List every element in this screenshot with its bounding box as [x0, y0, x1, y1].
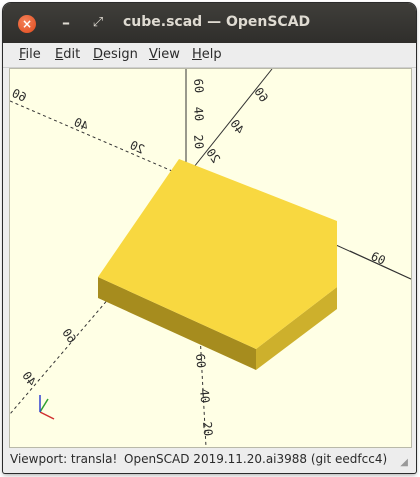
axis-gizmo	[39, 395, 55, 420]
menu-edit[interactable]: Edit	[55, 47, 80, 62]
minimize-button[interactable]: –	[57, 14, 75, 32]
tick-label-posz-40: 40	[191, 106, 206, 122]
gizmo-y-axis	[39, 398, 49, 413]
tick-label-posz-60: 60	[191, 78, 206, 94]
viewport-status: Viewport: transla!	[10, 452, 118, 466]
tick-label-negy-40: 40	[19, 369, 39, 389]
tick-label-posz-20: 20	[191, 134, 206, 150]
title-bar[interactable]: × – ⤢ cube.scad — OpenSCAD	[3, 3, 416, 43]
neg-y-axis	[10, 296, 111, 415]
neg-x-axis	[10, 100, 187, 178]
3d-viewport[interactable]: 60 40 20 60 60 40 20 20 40 60 60 40 60 4…	[9, 68, 412, 448]
menu-view[interactable]: View	[149, 47, 180, 62]
tick-label-negy-60: 60	[59, 326, 79, 346]
menu-help[interactable]: Help	[192, 47, 222, 62]
menu-file[interactable]: File	[19, 47, 41, 62]
openscad-window: × – ⤢ cube.scad — OpenSCAD File Edit Des…	[3, 3, 416, 473]
resize-grip-icon[interactable]: ◢	[400, 457, 408, 468]
tick-label-negx-20: 20	[128, 138, 147, 157]
tick-label-negz-40: 40	[197, 388, 212, 404]
gizmo-x-axis	[39, 411, 55, 420]
tick-label-posy-40: 40	[227, 117, 247, 137]
close-button[interactable]: ×	[18, 15, 36, 33]
maximize-button[interactable]: ⤢	[89, 14, 107, 32]
version-status: OpenSCAD 2019.11.20.ai3988 (git eedfcc4)	[124, 452, 388, 466]
scene-canvas[interactable]: 60 40 20 60 60 40 20 20 40 60 60 40 60 4…	[10, 69, 411, 447]
tick-label-negx-40: 40	[72, 115, 91, 134]
status-bar: Viewport: transla! OpenSCAD 2019.11.20.a…	[9, 449, 410, 469]
tick-label-negz-60: 60	[193, 353, 208, 369]
menu-bar: File Edit Design View Help	[3, 43, 416, 68]
tick-label-negz-20: 20	[200, 421, 215, 437]
window-title: cube.scad — OpenSCAD	[123, 14, 311, 30]
tick-label-posy-20: 20	[203, 146, 223, 166]
tick-label-posy-60: 60	[251, 85, 271, 105]
menu-design[interactable]: Design	[93, 47, 138, 62]
tick-label-posx-60: 60	[369, 249, 388, 268]
